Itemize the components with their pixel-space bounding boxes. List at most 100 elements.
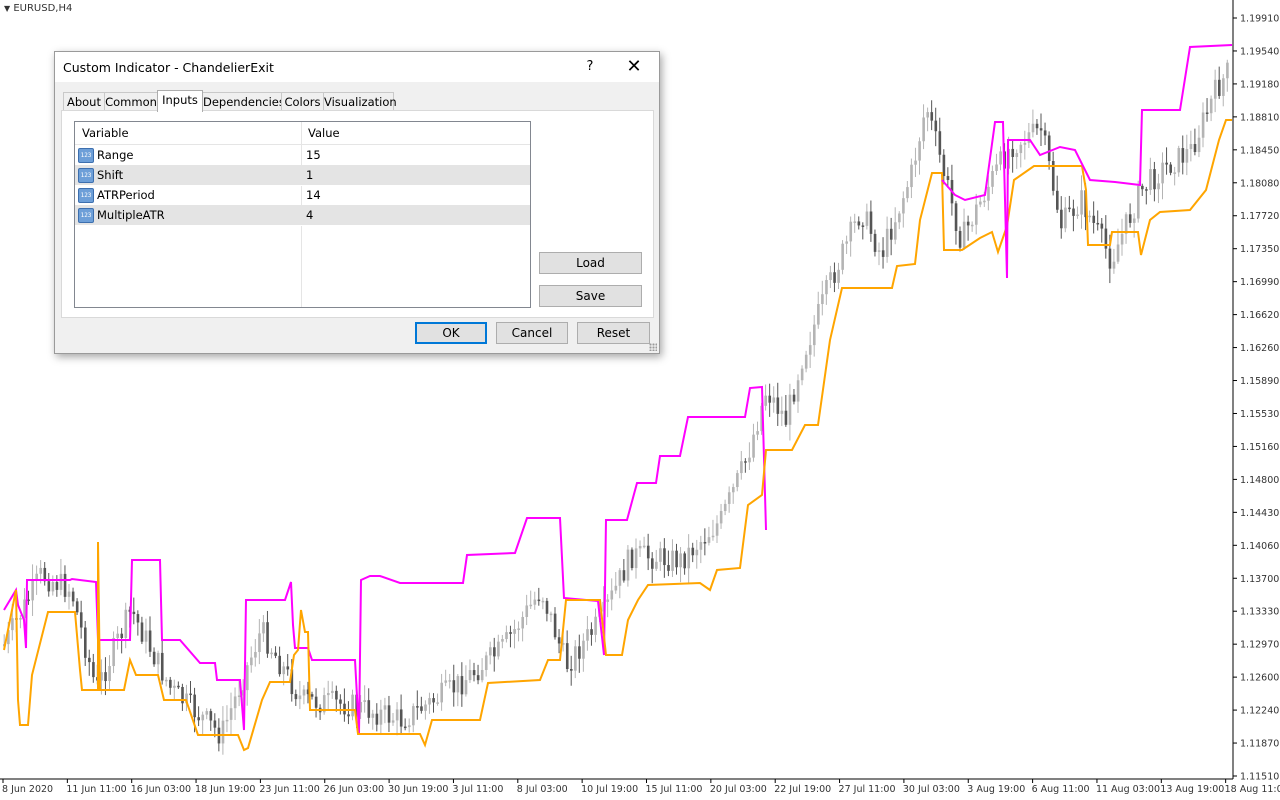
table-row[interactable]: 123 Shift 1 — [75, 165, 530, 186]
table-row[interactable]: 123 Range 15 — [75, 145, 530, 166]
candle-body — [634, 548, 638, 569]
close-button[interactable]: ✕ — [621, 57, 647, 77]
candle-body — [35, 573, 38, 580]
candle-body — [1222, 78, 1225, 96]
load-button[interactable]: Load — [539, 252, 642, 274]
row-value[interactable]: 1 — [306, 165, 313, 185]
candle-body — [926, 112, 929, 118]
candle-body — [873, 233, 877, 252]
candle-body — [480, 670, 484, 681]
dialog-titlebar[interactable]: Custom Indicator - ChandelierExit ? ✕ — [55, 52, 659, 82]
candle-body — [821, 294, 824, 305]
row-variable: ATRPeriod — [97, 188, 155, 202]
price-label: 1.18450 — [1240, 145, 1279, 156]
row-value[interactable]: 15 — [306, 145, 321, 165]
candle-body — [262, 622, 265, 634]
candle-body — [1108, 248, 1112, 269]
candle-body — [71, 591, 75, 602]
candle-body — [808, 345, 812, 355]
candle-body — [930, 112, 934, 121]
tab-dependencies[interactable]: Dependencies — [202, 92, 285, 111]
candle-body — [914, 160, 917, 165]
candle-body — [675, 550, 678, 568]
candle-body — [375, 713, 379, 725]
time-label: 30 Jul 03:00 — [903, 784, 960, 795]
candle-body — [1209, 98, 1213, 114]
candle-body — [266, 622, 269, 654]
table-row[interactable]: 123 MultipleATR 4 — [75, 205, 530, 226]
candle-body — [347, 714, 350, 717]
candle-body — [800, 368, 804, 381]
candle-body — [1019, 144, 1023, 154]
candle-body — [440, 682, 443, 703]
candle-body — [464, 680, 468, 695]
candle-body — [1189, 144, 1193, 150]
candle-body — [910, 164, 913, 188]
candle-body — [197, 717, 200, 721]
row-value[interactable]: 14 — [306, 185, 321, 205]
candle-body — [132, 611, 136, 615]
candle-body — [1011, 148, 1015, 157]
candle-body — [205, 711, 209, 715]
candle-body — [711, 535, 715, 538]
time-label: 15 Jul 11:00 — [646, 784, 703, 795]
candle-body — [1213, 79, 1217, 99]
row-value[interactable]: 4 — [306, 205, 313, 225]
candle-body — [201, 714, 205, 721]
header-value[interactable]: Value — [301, 122, 530, 144]
symbol-label: ▼ EURUSD,H4 — [4, 3, 72, 14]
candle-body — [363, 700, 367, 702]
candle-body — [1092, 215, 1096, 223]
candle-body — [286, 666, 290, 670]
dialog-title: Custom Indicator - ChandelierExit — [63, 60, 274, 75]
candle-body — [630, 549, 634, 569]
header-variable[interactable]: Variable — [75, 122, 301, 144]
candle-body — [412, 706, 415, 726]
reset-button[interactable]: Reset — [577, 322, 650, 344]
candle-body — [565, 643, 569, 670]
candle-body — [586, 629, 589, 641]
candle-body — [335, 690, 338, 700]
candle-body — [436, 702, 439, 704]
candle-body — [63, 573, 67, 597]
candle-body — [1193, 144, 1197, 153]
candle-body — [1031, 123, 1035, 133]
tab-visualization[interactable]: Visualization — [323, 92, 397, 111]
candle-body — [493, 647, 496, 657]
candle-body — [489, 647, 492, 656]
candle-body — [1116, 244, 1120, 262]
candle-body — [339, 699, 342, 704]
candle-body — [906, 187, 909, 199]
tab-colors[interactable]: Colors — [281, 92, 324, 111]
price-label: 1.14060 — [1240, 541, 1279, 552]
save-button[interactable]: Save — [539, 285, 642, 307]
candle-body — [1201, 112, 1205, 138]
time-label: 3 Aug 19:00 — [967, 784, 1025, 795]
candle-body — [796, 380, 800, 402]
chevron-down-icon[interactable]: ▼ — [4, 4, 10, 13]
candle-body — [367, 700, 371, 718]
candle-body — [695, 549, 699, 556]
tab-inputs[interactable]: Inputs — [157, 90, 203, 112]
help-button[interactable]: ? — [577, 57, 603, 77]
price-axis: 1.19910 1.19540 1.19180 1.18810 1.18450 1.180… — [1233, 14, 1279, 783]
candle-body — [67, 591, 71, 597]
cancel-button[interactable]: Cancel — [496, 322, 568, 344]
candle-body — [501, 639, 504, 642]
candle-body — [975, 204, 978, 225]
candle-body — [659, 548, 662, 562]
inputs-table[interactable]: Variable Value 123 Range 15 123 Shift 1 … — [74, 121, 531, 308]
candle-body — [23, 599, 26, 619]
candle-body — [752, 434, 755, 458]
ok-button[interactable]: OK — [415, 322, 487, 344]
inputs-panel: Variable Value 123 Range 15 123 Shift 1 … — [61, 110, 654, 318]
resize-grip-icon[interactable] — [649, 343, 657, 351]
table-row[interactable]: 123 ATRPeriod 14 — [75, 185, 530, 206]
candle-body — [574, 646, 577, 671]
tab-about[interactable]: About — [63, 92, 105, 111]
candle-body — [703, 541, 707, 544]
time-label: 3 Jul 11:00 — [452, 784, 503, 795]
candle-body — [894, 222, 897, 240]
candle-body — [156, 652, 160, 665]
tab-common[interactable]: Common — [104, 92, 158, 111]
